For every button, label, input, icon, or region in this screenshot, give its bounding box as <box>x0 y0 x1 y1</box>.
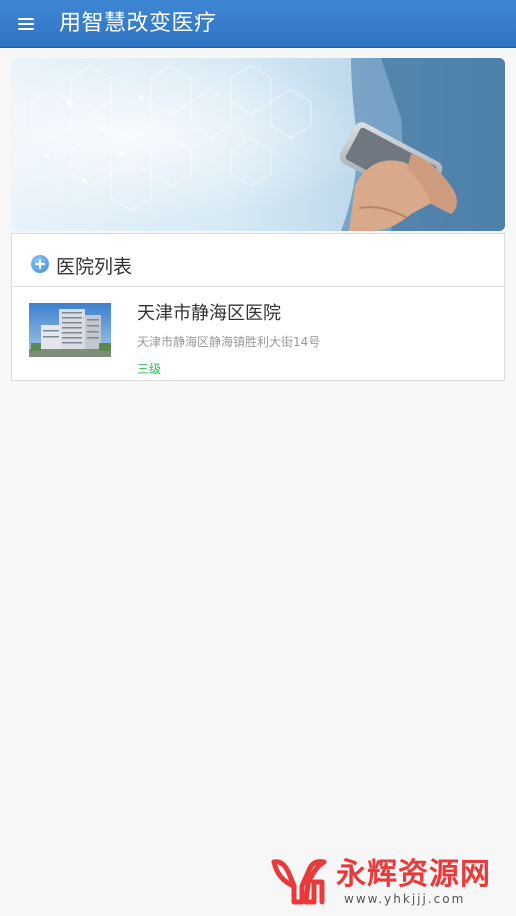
hospital-thumbnail <box>29 303 111 357</box>
list-item[interactable]: 天津市静海区医院 天津市静海区静海镇胜利大街14号 三级 <box>12 287 504 380</box>
hospital-address: 天津市静海区静海镇胜利大街14号 <box>137 335 321 349</box>
hamburger-menu-icon <box>18 18 34 30</box>
hero-banner <box>11 58 505 231</box>
watermark-brand: 永辉资源网 <box>336 857 491 892</box>
section-title: 医院列表 <box>56 256 133 278</box>
section-header: 医院列表 <box>12 234 504 287</box>
hospital-name: 天津市静海区医院 <box>137 303 281 324</box>
page-title: 用智慧改变医疗 <box>59 11 217 36</box>
watermark-logo-icon <box>271 859 327 905</box>
hospital-list-card: 医院列表 天津市静海区医院 天津市静海区静海镇胜利大街14号 三级 <box>11 233 505 381</box>
app-header: 用智慧改变医疗 <box>0 0 516 48</box>
hospital-level-badge: 三级 <box>137 362 162 376</box>
watermark-url: www.yhkjjj.com <box>344 892 466 906</box>
phone-in-hand-banner <box>11 58 505 231</box>
menu-button[interactable] <box>10 8 42 40</box>
watermark: 永辉资源网 www.yhkjjj.com <box>270 854 506 910</box>
plus-circle-icon <box>31 255 49 273</box>
